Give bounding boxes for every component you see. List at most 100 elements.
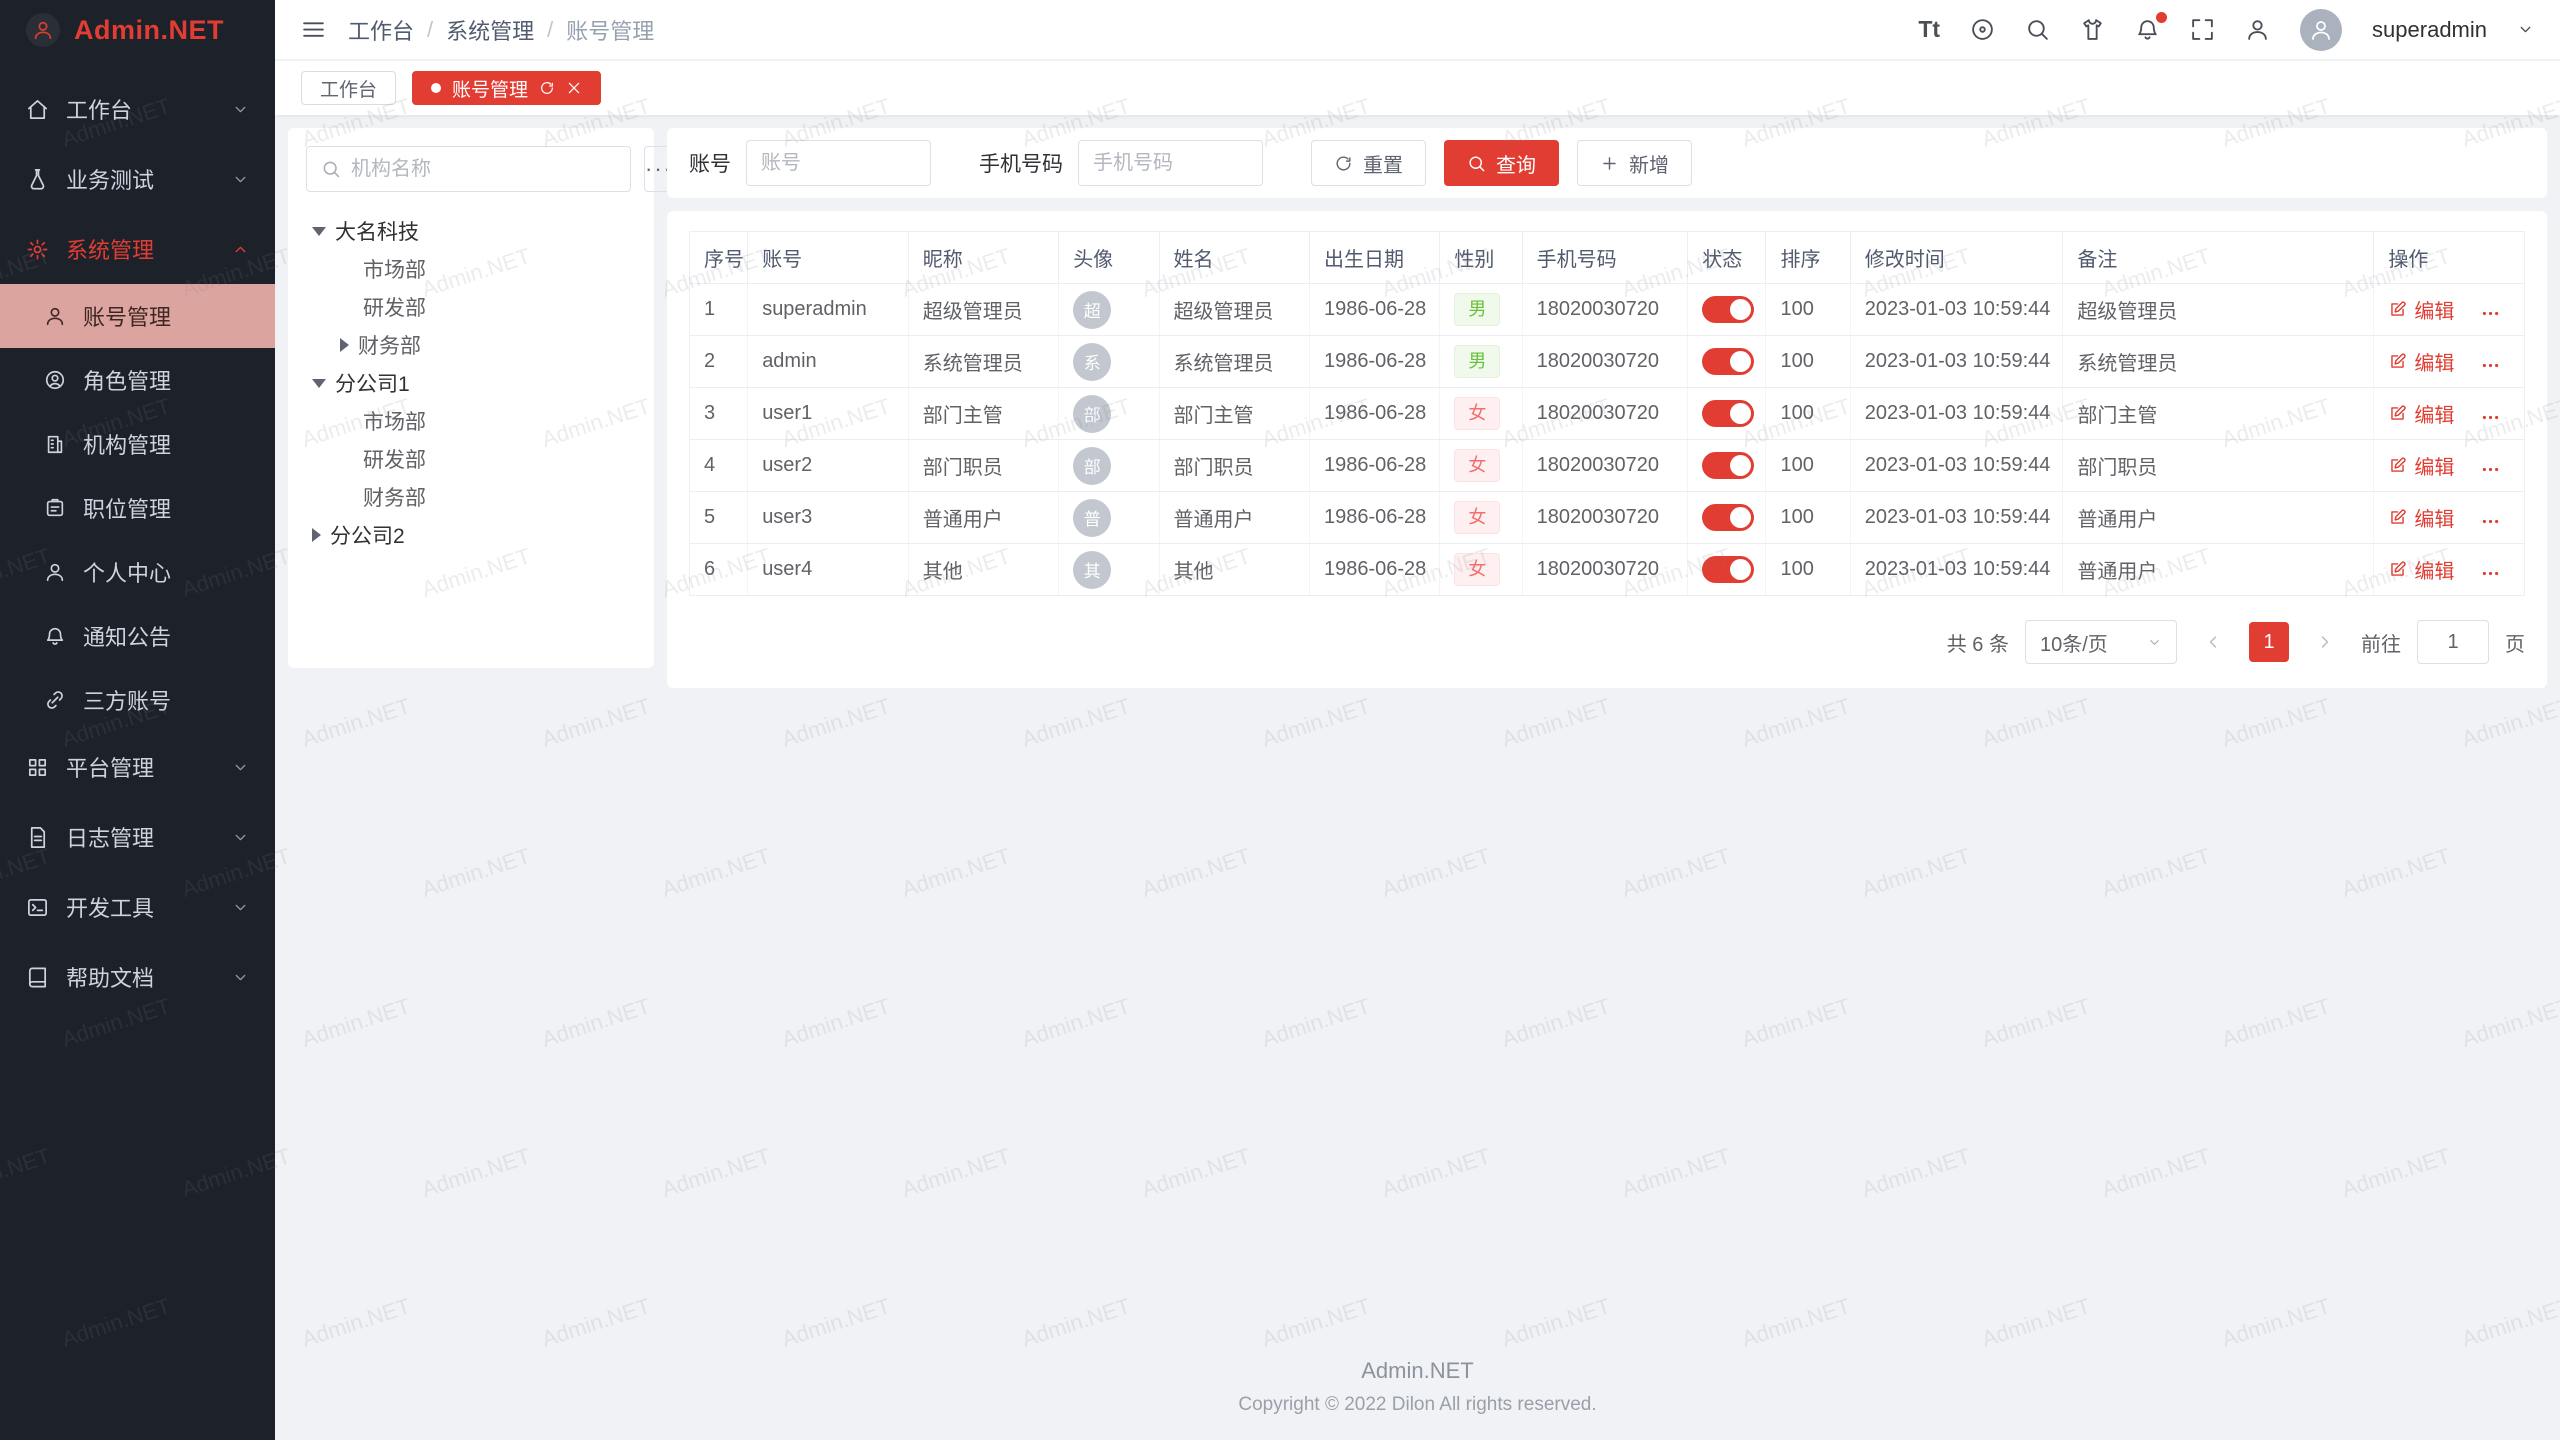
sidebar-item-account-mgmt[interactable]: 账号管理 — [0, 284, 275, 348]
cell-phone: 18020030720 — [1522, 544, 1688, 596]
phone-input[interactable] — [1078, 140, 1263, 186]
cell-index: 2 — [690, 336, 748, 388]
component-size-icon[interactable] — [1970, 17, 1995, 42]
font-size-icon[interactable]: Tt — [1918, 16, 1940, 43]
sidebar-item-personal-center[interactable]: 个人中心 — [0, 540, 275, 604]
status-toggle[interactable] — [1702, 556, 1754, 583]
tree-node[interactable]: 市场部 — [306, 402, 636, 440]
edit-button[interactable]: 编辑 — [2388, 555, 2454, 584]
cell-phone: 18020030720 — [1522, 388, 1688, 440]
menu-toggle-icon[interactable] — [301, 17, 326, 42]
status-toggle[interactable] — [1702, 296, 1754, 323]
more-actions-button[interactable] — [2480, 563, 2501, 584]
sidebar-item-org-mgmt[interactable]: 机构管理 — [0, 412, 275, 476]
cell-actions: 编辑 — [2374, 492, 2525, 544]
theme-skin-icon[interactable] — [2080, 17, 2105, 42]
sidebar-item-workbench[interactable]: 工作台 — [0, 74, 275, 144]
caret-right-icon[interactable] — [312, 528, 321, 542]
tree-node-label: 研发部 — [363, 444, 426, 474]
tree-node[interactable]: 分公司1 — [306, 364, 636, 402]
table-row: 6 user4 其他 其 其他 1986-06-28 女 18020030720… — [690, 544, 2525, 596]
more-actions-button[interactable] — [2480, 355, 2501, 376]
tree-node[interactable]: 市场部 — [306, 250, 636, 288]
plus-icon — [1600, 154, 1619, 173]
sidebar-item-notice[interactable]: 通知公告 — [0, 604, 275, 668]
tab-workbench[interactable]: 工作台 — [301, 71, 396, 105]
building-icon — [44, 433, 66, 455]
edit-button[interactable]: 编辑 — [2388, 347, 2454, 376]
status-toggle[interactable] — [1702, 504, 1754, 531]
table-row: 4 user2 部门职员 部 部门职员 1986-06-28 女 1802003… — [690, 440, 2525, 492]
tree-node[interactable]: 研发部 — [306, 440, 636, 478]
tree-node-label: 研发部 — [363, 292, 426, 322]
tree-node[interactable]: 财务部 — [306, 478, 636, 516]
book-icon — [26, 966, 49, 989]
cell-status — [1688, 544, 1766, 596]
caret-right-icon[interactable] — [340, 338, 349, 352]
sidebar-item-third-party-account[interactable]: 三方账号 — [0, 668, 275, 732]
add-button[interactable]: 新增 — [1577, 140, 1692, 186]
cell-remark: 部门职员 — [2063, 440, 2374, 492]
goto-page-input[interactable] — [2417, 620, 2489, 664]
more-actions-button[interactable] — [2480, 407, 2501, 428]
username[interactable]: superadmin — [2372, 17, 2487, 43]
sidebar-item-label: 日志管理 — [66, 821, 232, 853]
org-search-field[interactable] — [306, 146, 631, 192]
account-input[interactable] — [746, 140, 931, 186]
sidebar-item-position-mgmt[interactable]: 职位管理 — [0, 476, 275, 540]
search-button[interactable]: 查询 — [1444, 140, 1559, 186]
status-toggle[interactable] — [1702, 348, 1754, 375]
close-icon[interactable] — [566, 80, 582, 96]
breadcrumb-item-system-mgmt[interactable]: 系统管理 — [446, 14, 534, 46]
edit-button[interactable]: 编辑 — [2388, 451, 2454, 480]
tree-node[interactable]: 分公司2 — [306, 516, 636, 554]
caret-down-icon[interactable] — [312, 227, 326, 236]
tabs-bar: 工作台 账号管理 — [275, 61, 2560, 115]
cell-gender: 女 — [1440, 492, 1522, 544]
status-toggle[interactable] — [1702, 400, 1754, 427]
prev-page-button[interactable] — [2193, 622, 2233, 662]
cell-avatar: 其 — [1059, 544, 1159, 596]
search-icon[interactable] — [2025, 17, 2050, 42]
org-search-input[interactable] — [351, 158, 616, 181]
sidebar-item-dev-tools[interactable]: 开发工具 — [0, 872, 275, 942]
caret-down-icon[interactable] — [312, 379, 326, 388]
chevron-left-icon — [2203, 632, 2223, 652]
cell-order: 100 — [1766, 284, 1850, 336]
sidebar-item-label: 职位管理 — [83, 492, 275, 524]
tab-account-mgmt[interactable]: 账号管理 — [412, 71, 601, 105]
user-avatar[interactable] — [2300, 9, 2342, 51]
chevron-down-icon[interactable] — [2517, 21, 2534, 38]
more-actions-button[interactable] — [2480, 459, 2501, 480]
sidebar-item-help-docs[interactable]: 帮助文档 — [0, 942, 275, 1012]
edit-button[interactable]: 编辑 — [2388, 295, 2454, 324]
app-logo[interactable]: Admin.NET — [0, 0, 275, 60]
page-size-select[interactable]: 10条/页 — [2025, 620, 2177, 664]
reset-button[interactable]: 重置 — [1311, 140, 1426, 186]
refresh-icon[interactable] — [539, 80, 555, 96]
sidebar-item-system-mgmt[interactable]: 系统管理 — [0, 214, 275, 284]
next-page-button[interactable] — [2305, 622, 2345, 662]
fullscreen-icon[interactable] — [2190, 17, 2215, 42]
tree-node[interactable]: 研发部 — [306, 288, 636, 326]
cell-remark: 系统管理员 — [2063, 336, 2374, 388]
status-toggle[interactable] — [1702, 452, 1754, 479]
cell-status — [1688, 388, 1766, 440]
user-icon[interactable] — [2245, 17, 2270, 42]
edit-button[interactable]: 编辑 — [2388, 503, 2454, 532]
notifications-bell-icon[interactable] — [2135, 17, 2160, 42]
tree-node[interactable]: 财务部 — [306, 326, 636, 364]
more-actions-button[interactable] — [2480, 303, 2501, 324]
tree-node[interactable]: 大名科技 — [306, 212, 636, 250]
more-actions-button[interactable] — [2480, 511, 2501, 532]
sidebar-item-platform-mgmt[interactable]: 平台管理 — [0, 732, 275, 802]
breadcrumb-item-workbench[interactable]: 工作台 — [348, 14, 414, 46]
cell-nickname: 系统管理员 — [908, 336, 1058, 388]
sidebar-item-log-mgmt[interactable]: 日志管理 — [0, 802, 275, 872]
sidebar-item-role-mgmt[interactable]: 角色管理 — [0, 348, 275, 412]
sidebar-item-label: 机构管理 — [83, 428, 275, 460]
search-icon — [1467, 154, 1486, 173]
page-number-button[interactable]: 1 — [2249, 622, 2289, 662]
edit-button[interactable]: 编辑 — [2388, 399, 2454, 428]
sidebar-item-business-test[interactable]: 业务测试 — [0, 144, 275, 214]
